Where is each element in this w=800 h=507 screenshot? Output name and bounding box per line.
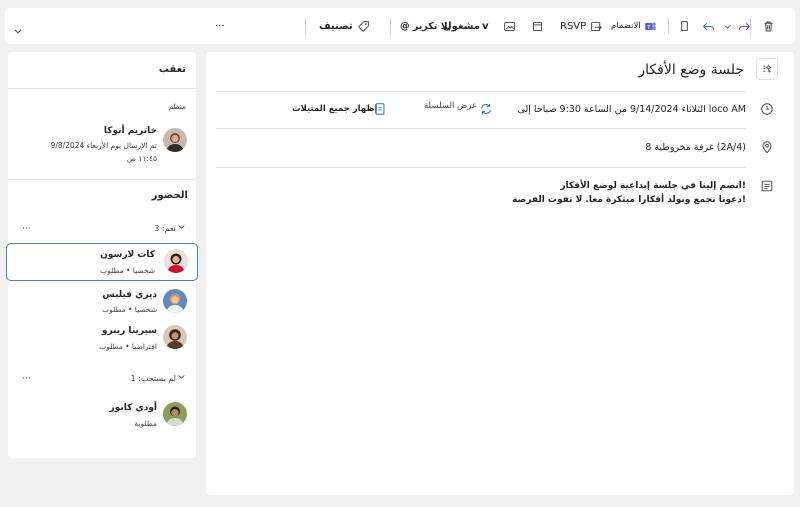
attendee-avatar[interactable] <box>163 325 187 349</box>
chevron-down-icon[interactable] <box>177 372 186 381</box>
chevron-down-icon <box>13 26 23 36</box>
description-line-1: انضم إلينا في جلسة إبداعية لوضع الأفكار! <box>560 181 746 191</box>
no-response-more-button[interactable]: ··· <box>22 374 31 384</box>
show-all-instances-button[interactable]: إظهار جميع المثيلات <box>292 104 377 114</box>
busy-chevron: v <box>481 20 489 32</box>
teams-icon: T <box>644 20 657 33</box>
calendar-reply-icon <box>590 20 603 33</box>
document-icon[interactable] <box>373 102 387 116</box>
attendee-name[interactable]: أودي كابور <box>110 403 158 413</box>
image-button[interactable] <box>503 17 516 35</box>
attendee-name[interactable]: كات لارسون <box>100 250 155 260</box>
attendance-title: الحضور <box>151 190 188 201</box>
attendee-status: افتراضيا • مطلوب <box>99 342 157 351</box>
attendee-avatar[interactable] <box>164 249 188 273</box>
rsvp-label: RSVP <box>560 20 587 32</box>
organizer-sent: تم الإرسال يوم الأربعاء 9/8/2024 <box>50 141 157 150</box>
organizer-time: ١١:٤٥ ص <box>126 154 157 163</box>
more-icon: ··· <box>215 20 225 32</box>
location-pin-icon <box>760 140 774 154</box>
tracking-title: تعقب <box>158 64 186 75</box>
show-all-instances-label: إظهار جميع المثيلات <box>292 104 378 114</box>
chevron-down-icon <box>723 22 732 31</box>
forward-arrow-icon <box>738 20 751 33</box>
categorize-label: تصنيف <box>319 20 353 32</box>
description-line-2: دعونا نجمع ونولد أفكارا مبتكرة معا. لا ت… <box>512 195 746 205</box>
event-location: غرفة مخروطية 8 (2A/4) <box>645 142 746 153</box>
copy-button[interactable] <box>678 17 691 35</box>
move-button[interactable] <box>531 17 544 35</box>
organizer-avatar[interactable] <box>163 128 187 152</box>
copy-icon <box>678 20 691 33</box>
organizer-name[interactable]: خاتريم أنوكا <box>104 126 157 136</box>
forward-button[interactable] <box>738 17 751 35</box>
yes-group-header[interactable]: نعم: 3 <box>154 224 176 233</box>
join-teams-button[interactable]: الانضمام T <box>611 17 657 35</box>
grid-sparkle-icon <box>761 63 773 75</box>
event-datetime: الثلاثاء 9/14/2024 من الساعة 9:30 صباحا … <box>517 104 746 115</box>
event-title: جلسة وضع الأفكار <box>638 62 744 78</box>
event-category-button[interactable] <box>756 58 778 80</box>
delete-button[interactable] <box>762 17 775 35</box>
organizer-label: منظم <box>168 102 186 111</box>
trash-icon <box>762 20 775 33</box>
attendee-avatar[interactable] <box>163 402 187 426</box>
attendee-avatar[interactable] <box>163 289 187 313</box>
view-series-label: عرض السلسلة <box>424 101 478 111</box>
clock-icon <box>760 102 774 116</box>
no-reminder-dropdown[interactable]: @ بلا تكرير <box>400 17 451 35</box>
yes-group-more-button[interactable]: ··· <box>22 224 31 234</box>
more-options-button[interactable]: ··· <box>215 17 225 35</box>
command-toolbar: الانضمام T RSVP مشغول v @ بلا تكرير تصني… <box>5 8 795 44</box>
chevron-down-icon[interactable] <box>177 222 186 231</box>
join-label: الانضمام <box>611 21 641 31</box>
attendee-name[interactable]: ديزي فيلبس <box>102 290 157 300</box>
calendar-move-icon <box>531 20 544 33</box>
reply-dropdown-button[interactable] <box>723 17 732 35</box>
event-details-panel <box>206 52 794 495</box>
svg-text:T: T <box>646 24 651 30</box>
attendee-status: مطلوبة <box>134 419 157 428</box>
recurrence-icon[interactable] <box>479 102 493 116</box>
attendee-name[interactable]: سيرينا ريبرو <box>102 326 157 336</box>
image-icon <box>503 20 516 33</box>
rsvp-button[interactable]: RSVP <box>560 17 603 35</box>
no-response-group-header[interactable]: لم يستجب: 1 <box>131 374 176 383</box>
notes-icon <box>760 179 774 193</box>
reply-arrow-icon <box>702 20 715 33</box>
reply-button[interactable] <box>702 17 715 35</box>
expand-ribbon-button[interactable] <box>13 22 23 40</box>
no-reminder-label: @ بلا تكرير <box>400 20 452 32</box>
view-series-button[interactable]: عرض السلسلة <box>424 101 477 111</box>
categorize-button[interactable]: تصنيف <box>319 17 370 35</box>
attendee-status: شخصيا • مطلوب <box>102 305 157 314</box>
attendee-status: شخصيا • مطلوب <box>100 266 155 275</box>
tag-icon <box>357 20 370 33</box>
